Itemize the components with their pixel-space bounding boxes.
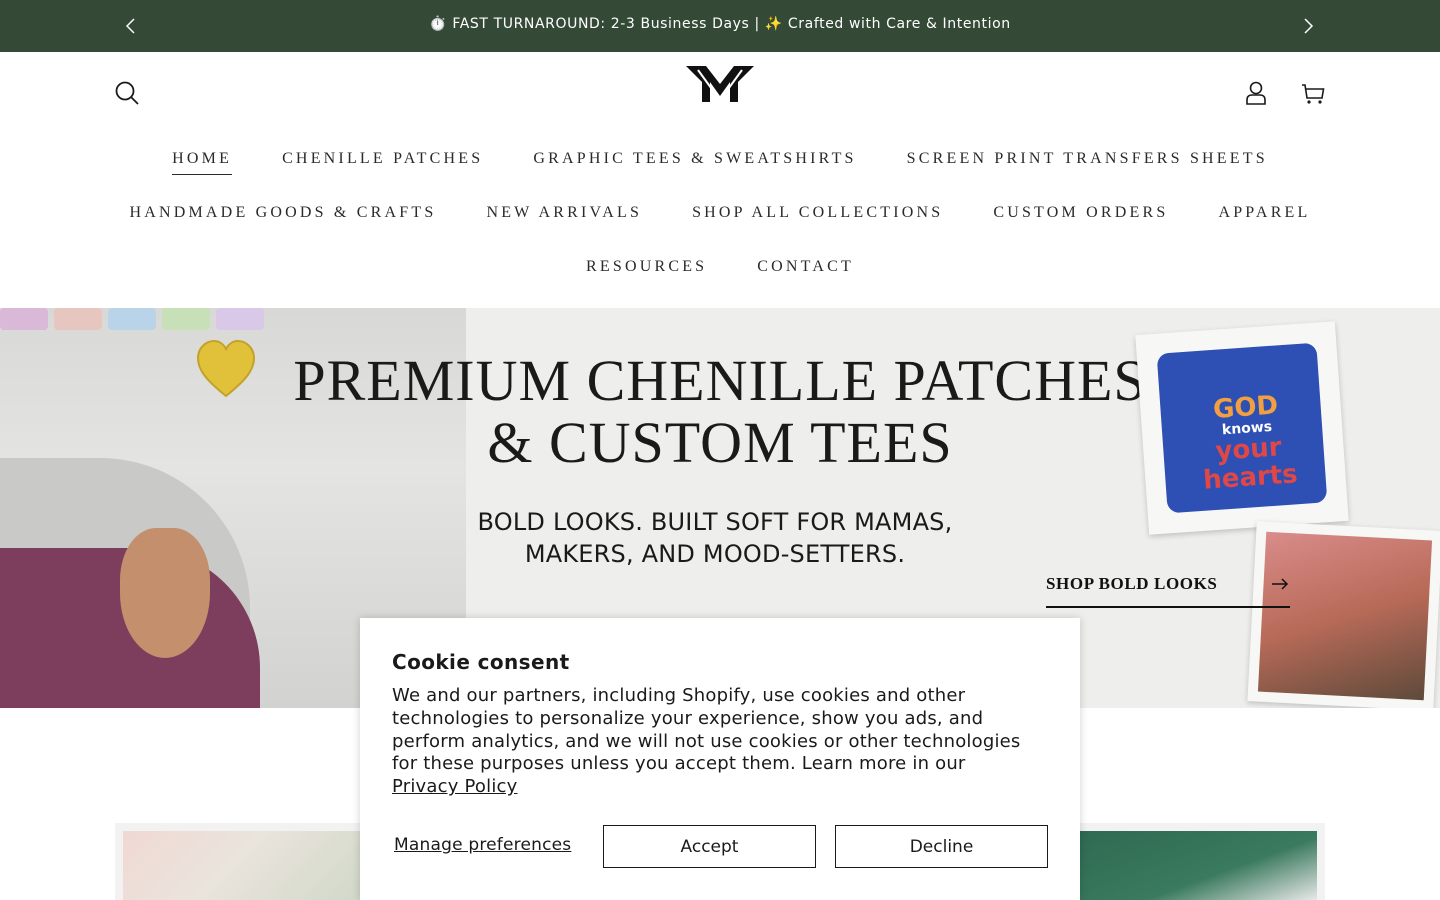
cta-label: SHOP BOLD LOOKS — [1046, 574, 1218, 593]
chevron-right-icon[interactable] — [1296, 14, 1320, 38]
decline-button[interactable]: Decline — [835, 825, 1048, 868]
nav-item-contact[interactable]: CONTACT — [757, 258, 854, 282]
nav-item-graphic-tees[interactable]: GRAPHIC TEES & SWEATSHIRTS — [533, 150, 856, 175]
nav-item-screen-print-transfers[interactable]: SCREEN PRINT TRANSFERS SHEETS — [907, 150, 1268, 175]
chenille-letters-image — [0, 308, 320, 330]
nav-item-new-arrivals[interactable]: NEW ARRIVALS — [486, 204, 642, 228]
cookie-consent-dialog: Cookie consent We and our partners, incl… — [360, 618, 1080, 900]
accept-button[interactable]: Accept — [603, 825, 816, 868]
announcement-bar: ⏱️ FAST TURNAROUND: 2-3 Business Days | … — [0, 0, 1440, 52]
nav-item-handmade-goods[interactable]: HANDMADE GOODS & CRAFTS — [129, 204, 436, 228]
shop-bold-looks-button[interactable]: SHOP BOLD LOOKS — [1046, 572, 1290, 608]
search-icon[interactable] — [113, 79, 141, 107]
announcement-text: ⏱️ FAST TURNAROUND: 2-3 Business Days | … — [429, 16, 1011, 32]
nav-item-apparel[interactable]: APPAREL — [1218, 204, 1310, 228]
product-photo-card — [1247, 521, 1440, 708]
product-photo-card: GOD knows your hearts — [1135, 321, 1349, 535]
hand-image — [120, 528, 210, 658]
cookie-title: Cookie consent — [392, 650, 570, 674]
nav-row: HANDMADE GOODS & CRAFTS NEW ARRIVALS SHO… — [0, 204, 1440, 228]
site-logo[interactable] — [676, 62, 764, 120]
hero-title-line: & CUSTOM TEES — [487, 410, 953, 475]
hero-subtitle-line: BOLD LOOKS. BUILT SOFT FOR MAMAS, — [477, 508, 953, 536]
hero-subtitle-line: MAKERS, AND MOOD-SETTERS. — [524, 540, 906, 568]
cart-icon[interactable] — [1299, 79, 1327, 107]
nav-item-home[interactable]: HOME — [172, 150, 233, 175]
nav-row: RESOURCES CONTACT — [0, 258, 1440, 282]
hero-title: PREMIUM CHENILLE PATCHES & CUSTOM TEES — [280, 350, 1160, 474]
tee-graphic-text: GOD knows your hearts — [1190, 390, 1307, 495]
nav-item-chenille-patches[interactable]: CHENILLE PATCHES — [282, 150, 483, 175]
nav-item-resources[interactable]: RESOURCES — [586, 258, 707, 282]
collection-tile[interactable] — [115, 823, 375, 900]
cookie-body: We and our partners, including Shopify, … — [392, 685, 1032, 799]
nav-item-custom-orders[interactable]: CUSTOM ORDERS — [993, 204, 1168, 228]
collection-tile[interactable] — [1066, 823, 1325, 900]
nav-row: HOME CHENILLE PATCHES GRAPHIC TEES & SWE… — [0, 150, 1440, 175]
manage-preferences-link[interactable]: Manage preferences — [394, 835, 571, 855]
privacy-policy-link[interactable]: Privacy Policy — [392, 776, 517, 797]
nav-item-shop-all-collections[interactable]: SHOP ALL COLLECTIONS — [692, 204, 943, 228]
transfer-sheet-image — [1257, 531, 1433, 701]
hero-subtitle: BOLD LOOKS. BUILT SOFT FOR MAMAS, MAKERS… — [380, 506, 1050, 570]
arrow-right-icon — [1272, 578, 1289, 590]
heart-patch-icon — [196, 339, 256, 398]
cookie-body-text: We and our partners, including Shopify, … — [392, 685, 1021, 775]
hero-title-line: PREMIUM CHENILLE PATCHES — [293, 348, 1147, 413]
account-icon[interactable] — [1242, 79, 1270, 107]
